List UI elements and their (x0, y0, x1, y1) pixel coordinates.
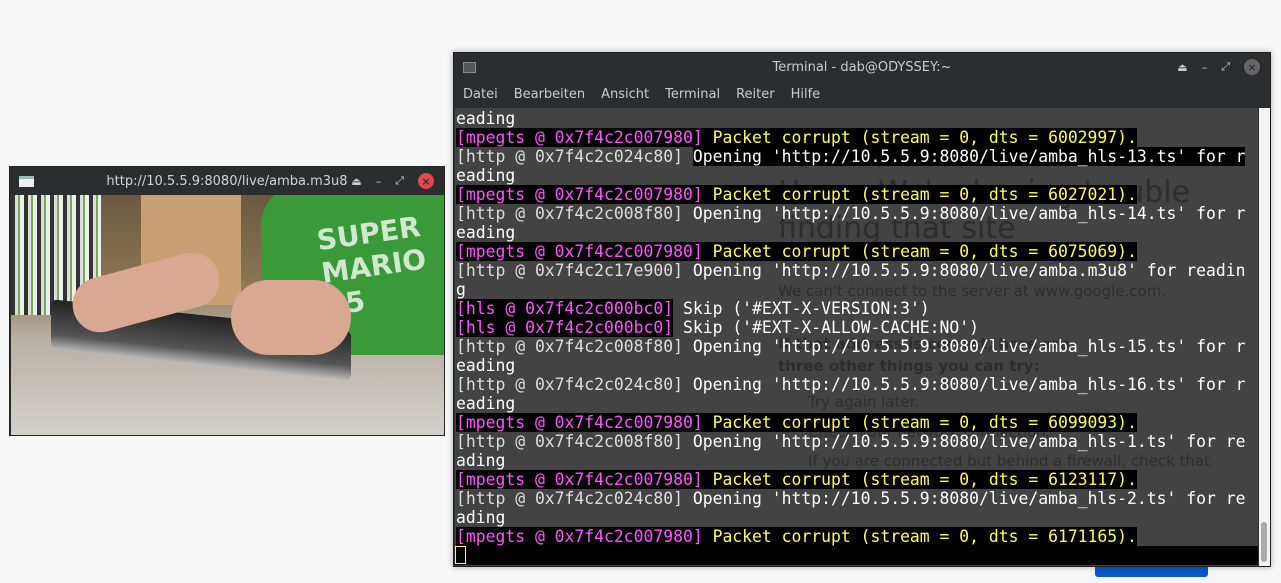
line-segment: [http @ 0x7f4c2c024c80] (456, 489, 693, 508)
line-segment: Opening 'http://10.5.5.9:8080/live/amba_… (692, 375, 1246, 394)
terminal-line: ading (456, 508, 1258, 527)
line-segment: [mpegts @ 0x7f4c2c007980] (456, 527, 703, 546)
terminal-line: [mpegts @ 0x7f4c2c007980] Packet corrupt… (456, 185, 1258, 204)
line-segment: eading (456, 356, 516, 375)
line-segment: Packet corrupt (stream = 0, dts = 609909… (702, 413, 1137, 432)
maximize-icon[interactable]: ⤢ (1221, 60, 1230, 74)
menu-hilfe[interactable]: Hilfe (791, 87, 821, 102)
window-icon (19, 175, 34, 187)
terminal-line: [http @ 0x7f4c2c008f80] Opening 'http://… (456, 432, 1258, 451)
line-segment: Skip ('#EXT-X-VERSION:3') (673, 299, 930, 318)
video-frame[interactable]: SUPER MARIO 85 (11, 195, 444, 435)
minimize-icon[interactable]: – (376, 175, 382, 188)
shade-icon[interactable]: ⏏ (351, 175, 361, 188)
terminal-line: ading (456, 451, 1258, 470)
terminal-window: Terminal - dab@ODYSSEY:~ ⏏ – ⤢ × Datei B… (453, 52, 1271, 567)
line-segment: eading (456, 394, 516, 413)
terminal-line: [mpegts @ 0x7f4c2c007980] Packet corrupt… (456, 242, 1258, 261)
line-segment: Skip ('#EXT-X-ALLOW-CACHE:NO') (673, 318, 980, 337)
terminal-line: eading (456, 166, 1258, 185)
line-segment: [http @ 0x7f4c2c008f80] (456, 204, 693, 223)
line-segment: [mpegts @ 0x7f4c2c007980] (456, 185, 703, 204)
terminal-line: eading (456, 223, 1258, 242)
terminal-line: [hls @ 0x7f4c2c000bc0] Skip ('#EXT-X-ALL… (456, 318, 1258, 337)
line-segment: ading (456, 508, 506, 527)
scrollbar[interactable] (1259, 108, 1270, 566)
prompt-line[interactable] (455, 546, 1258, 565)
menu-bearbeiten[interactable]: Bearbeiten (514, 87, 585, 102)
line-segment: eading (456, 109, 516, 128)
terminal-output[interactable]: Hmm. We're having trouble finding that s… (455, 108, 1258, 566)
line-segment: Packet corrupt (stream = 0, dts = 617116… (702, 527, 1137, 546)
line-segment: Packet corrupt (stream = 0, dts = 602702… (702, 185, 1137, 204)
line-segment: ading (456, 451, 506, 470)
terminal-line: [http @ 0x7f4c2c008f80] Opening 'http://… (456, 337, 1258, 356)
terminal-line: eading (456, 394, 1258, 413)
video-titlebar[interactable]: http://10.5.5.9:8080/live/amba.m3u8 ⏏ – … (10, 167, 444, 195)
terminal-line: [http @ 0x7f4c2c024c80] Opening 'http://… (456, 489, 1258, 508)
terminal-line: [mpegts @ 0x7f4c2c007980] Packet corrupt… (456, 128, 1258, 147)
line-segment: [http @ 0x7f4c2c008f80] (456, 432, 693, 451)
try-again-button (1095, 567, 1208, 577)
terminal-line: eading (456, 356, 1258, 375)
line-segment: Opening 'http://10.5.5.9:8080/live/amba_… (692, 204, 1246, 223)
terminal-line: [mpegts @ 0x7f4c2c007980] Packet corrupt… (456, 413, 1258, 432)
terminal-line: [http @ 0x7f4c2c17e900] Opening 'http://… (456, 261, 1258, 280)
line-segment: eading (456, 223, 516, 242)
line-segment: [http @ 0x7f4c2c024c80] (456, 147, 693, 166)
line-segment: eading (456, 166, 516, 185)
line-segment: [http @ 0x7f4c2c008f80] (456, 337, 693, 356)
text-cursor (455, 546, 466, 564)
scrollbar-thumb[interactable] (1261, 522, 1267, 562)
terminal-line: [mpegts @ 0x7f4c2c007980] Packet corrupt… (456, 470, 1258, 489)
line-segment: Opening 'http://10.5.5.9:8080/live/amba_… (692, 489, 1246, 508)
terminal-line: [http @ 0x7f4c2c024c80] Opening 'http://… (456, 147, 1258, 166)
terminal-line: [mpegts @ 0x7f4c2c007980] Packet corrupt… (456, 527, 1258, 546)
right-hand (231, 280, 351, 355)
terminal-line: eading (456, 109, 1258, 128)
terminal-line: g (456, 280, 1258, 299)
line-segment: Packet corrupt (stream = 0, dts = 600299… (702, 128, 1137, 147)
close-icon[interactable]: × (1244, 59, 1260, 75)
line-segment: g (456, 280, 466, 299)
line-segment: Packet corrupt (stream = 0, dts = 612311… (702, 470, 1137, 489)
line-segment: [http @ 0x7f4c2c024c80] (456, 375, 693, 394)
line-segment: [hls @ 0x7f4c2c000bc0] (456, 299, 674, 318)
menu-datei[interactable]: Datei (463, 87, 498, 102)
menu-terminal[interactable]: Terminal (665, 87, 720, 102)
minimize-icon[interactable]: – (1202, 61, 1208, 74)
terminal-titlebar[interactable]: Terminal - dab@ODYSSEY:~ ⏏ – ⤢ × (454, 53, 1270, 81)
terminal-icon (463, 61, 476, 73)
menu-ansicht[interactable]: Ansicht (601, 87, 649, 102)
line-segment: Opening 'http://10.5.5.9:8080/live/amba.… (692, 261, 1246, 280)
line-segment: Packet corrupt (stream = 0, dts = 607506… (702, 242, 1137, 261)
line-segment: [mpegts @ 0x7f4c2c007980] (456, 242, 703, 261)
line-segment: Opening 'http://10.5.5.9:8080/live/amba_… (692, 147, 1246, 166)
shade-icon[interactable]: ⏏ (1177, 61, 1187, 74)
video-player-window: http://10.5.5.9:8080/live/amba.m3u8 ⏏ – … (9, 166, 445, 436)
line-segment: Opening 'http://10.5.5.9:8080/live/amba_… (692, 432, 1246, 451)
line-segment: [http @ 0x7f4c2c17e900] (456, 261, 693, 280)
menu-reiter[interactable]: Reiter (736, 87, 775, 102)
terminal-line: [hls @ 0x7f4c2c000bc0] Skip ('#EXT-X-VER… (456, 299, 1258, 318)
line-segment: [mpegts @ 0x7f4c2c007980] (456, 128, 703, 147)
menu-bar: Datei Bearbeiten Ansicht Terminal Reiter… (454, 81, 1270, 108)
terminal-line: [http @ 0x7f4c2c008f80] Opening 'http://… (456, 204, 1258, 223)
close-icon[interactable]: × (418, 173, 434, 189)
line-segment: [mpegts @ 0x7f4c2c007980] (456, 470, 703, 489)
terminal-title: Terminal - dab@ODYSSEY:~ (772, 59, 952, 75)
line-segment: [mpegts @ 0x7f4c2c007980] (456, 413, 703, 432)
line-segment: Opening 'http://10.5.5.9:8080/live/amba_… (692, 337, 1246, 356)
line-segment: [hls @ 0x7f4c2c000bc0] (456, 318, 674, 337)
maximize-icon[interactable]: ⤢ (395, 174, 404, 188)
terminal-line: [http @ 0x7f4c2c024c80] Opening 'http://… (456, 375, 1258, 394)
